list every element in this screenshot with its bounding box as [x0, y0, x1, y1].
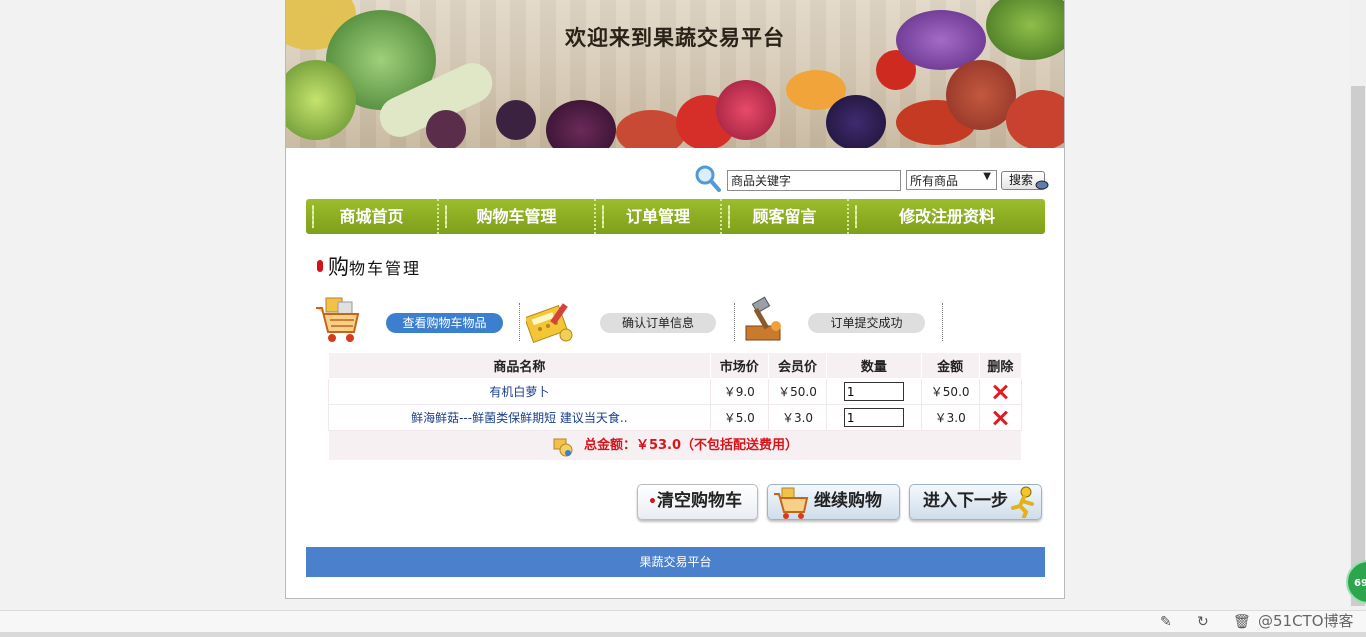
magnifier-icon [695, 165, 721, 192]
delete-cell [978, 378, 1023, 405]
running-man-icon [1011, 486, 1034, 518]
column-header: 商品名称 [328, 352, 711, 379]
category-select[interactable]: 所有商品 ▼ [906, 170, 997, 190]
product-name-link[interactable]: 鲜海鲜菇---鲜菌类保鲜期短 建议当天食.. [328, 404, 711, 431]
search-button-label: 搜索 [1009, 173, 1034, 187]
delete-icon[interactable] [992, 410, 1008, 426]
amount: ￥3.0 [920, 404, 980, 431]
next-step-label: 进入下一步 [923, 491, 1008, 511]
amount: ￥50.0 [920, 378, 980, 405]
step-divider [519, 303, 520, 341]
total-row: 总金额：￥53.0（不包括配送费用） [328, 430, 1022, 461]
chevron-down-icon: ▼ [983, 171, 991, 182]
product-name-link[interactable]: 有机白萝卜 [328, 378, 711, 405]
step-confirm-order[interactable]: 确认订单信息 [600, 313, 716, 333]
hammer-icon [745, 296, 781, 341]
step-view-cart[interactable]: 查看购物车物品 [386, 313, 503, 333]
member-price: ￥3.0 [767, 404, 828, 431]
search-input[interactable] [727, 170, 901, 191]
banner: 欢迎来到果蔬交易平台 [286, 0, 1064, 148]
clear-cart-button[interactable]: •清空购物车 [637, 484, 758, 520]
column-header: 会员价 [767, 352, 828, 379]
trash-icon[interactable]: 🗑 [1233, 614, 1251, 630]
column-header: 数量 [826, 352, 922, 379]
page-container: 欢迎来到果蔬交易平台 所有商品 ▼ 搜索 商城首页 购物车管理 订单管理 顾客留… [285, 0, 1065, 599]
clear-cart-label: 清空购物车 [656, 491, 742, 511]
nav-item-messages[interactable]: 顾客留言 [722, 199, 849, 234]
calculator-icon [526, 303, 573, 344]
column-header: 金额 [920, 352, 980, 379]
table-row: 有机白萝卜 ￥9.0 ￥50.0 ￥50.0 [328, 378, 1023, 405]
category-select-value: 所有商品 [910, 174, 959, 188]
banner-title: 欢迎来到果蔬交易平台 [565, 26, 785, 50]
main-nav: 商城首页 购物车管理 订单管理 顾客留言 修改注册资料 [306, 199, 1045, 234]
continue-shopping-label: 继续购物 [814, 491, 882, 511]
delete-cell [978, 404, 1023, 431]
step-order-submitted[interactable]: 订单提交成功 [808, 313, 925, 333]
shopping-cart-icon [774, 487, 809, 519]
column-header: 删除 [978, 352, 1023, 379]
taskbar-strip [0, 632, 1366, 637]
section-title-first: 购 [328, 255, 349, 279]
total-amount: 总金额：￥53.0（不包括配送费用） [583, 438, 799, 454]
total-cell: 总金额：￥53.0（不包括配送费用） [328, 430, 1022, 461]
section-title-rest: 物车管理 [349, 259, 422, 278]
nav-item-profile[interactable]: 修改注册资料 [849, 199, 1045, 234]
red-dot-icon: • [648, 494, 657, 510]
section-title: 购物车管理 [328, 251, 421, 281]
coins-icon [553, 438, 573, 457]
column-header: 市场价 [709, 352, 769, 379]
delete-icon[interactable] [992, 384, 1008, 400]
quantity-cell [826, 404, 922, 431]
watermark: @51CTO博客 [1258, 612, 1354, 630]
quantity-input[interactable] [843, 382, 904, 401]
shopping-cart-icon [316, 297, 360, 342]
market-price: ￥9.0 [709, 378, 769, 405]
table-row: 鲜海鲜菇---鲜菌类保鲜期短 建议当天食.. ￥5.0 ￥3.0 ￥3.0 [328, 404, 1023, 431]
member-price: ￥50.0 [767, 378, 828, 405]
continue-shopping-button[interactable]: 继续购物 [767, 484, 900, 520]
scrollbar-thumb[interactable] [1351, 86, 1365, 606]
refresh-icon[interactable]: ↻ [1197, 614, 1209, 630]
cart-table: 商品名称 市场价 会员价 数量 金额 删除 有机白萝卜 ￥9.0 ￥50.0 ￥… [328, 352, 1023, 461]
next-step-button[interactable]: 进入下一步 [909, 484, 1042, 520]
step-divider [734, 303, 735, 341]
market-price: ￥5.0 [709, 404, 769, 431]
pin-icon[interactable]: ✎ [1160, 614, 1172, 630]
section-bullet-icon [317, 260, 323, 272]
quantity-cell [826, 378, 922, 405]
search-cursor-icon [1035, 180, 1049, 190]
footer: 果蔬交易平台 [306, 547, 1045, 577]
table-header-row: 商品名称 市场价 会员价 数量 金额 删除 [328, 352, 1023, 379]
nav-item-orders[interactable]: 订单管理 [596, 199, 722, 234]
nav-item-home[interactable]: 商城首页 [306, 199, 439, 234]
step-divider [942, 303, 943, 341]
nav-item-cart[interactable]: 购物车管理 [439, 199, 596, 234]
search-button[interactable]: 搜索 [1001, 171, 1049, 190]
quantity-input[interactable] [843, 408, 904, 427]
